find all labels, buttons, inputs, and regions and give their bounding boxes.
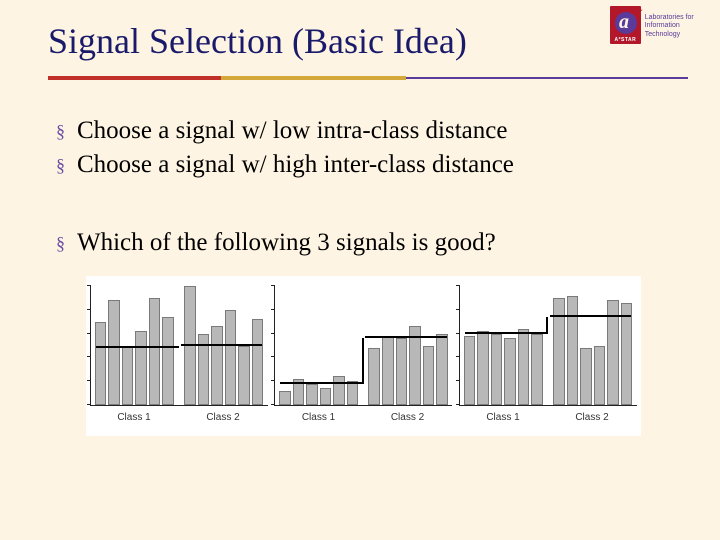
chart-bar xyxy=(423,346,435,406)
axis-label-class2: Class 2 xyxy=(179,412,268,423)
chart-panel: Class 1Class 2 xyxy=(459,286,637,432)
divider-rule xyxy=(48,76,688,80)
bullet-text: Choose a signal w/ high inter-class dist… xyxy=(77,150,514,180)
chart-bar xyxy=(238,346,250,406)
chart-panel: Class 1Class 2 xyxy=(274,286,452,432)
chart-bar xyxy=(436,334,448,405)
chart-bar xyxy=(477,331,489,405)
chart-bar xyxy=(149,298,161,405)
chart-mean-line xyxy=(465,332,546,334)
chart-mean-line xyxy=(181,344,262,346)
chart-bar xyxy=(162,317,174,405)
axis-label-class2: Class 2 xyxy=(363,412,452,423)
chart-bar xyxy=(396,338,408,405)
chart-bar xyxy=(95,322,107,405)
chart-bar xyxy=(567,296,579,405)
chart-bar xyxy=(108,300,120,405)
bullet-icon: § xyxy=(56,228,65,258)
axis-label-class1: Class 1 xyxy=(90,412,179,423)
chart-plot xyxy=(459,286,637,406)
bullet-text: Which of the following 3 signals is good… xyxy=(77,228,496,258)
bullet-item: § Choose a signal w/ high inter-class di… xyxy=(56,150,670,180)
chart-plot xyxy=(90,286,268,406)
star-icon: ★ xyxy=(631,4,644,21)
bullet-text: Choose a signal w/ low intra-class dista… xyxy=(77,116,507,146)
axis-label-class1: Class 1 xyxy=(274,412,363,423)
chart-bar xyxy=(135,331,147,405)
logo-letter: a xyxy=(619,11,629,34)
charts-panel: Class 1Class 2Class 1Class 2Class 1Class… xyxy=(86,276,641,436)
logo-text-line1: Laboratories for xyxy=(645,14,710,22)
chart-bar xyxy=(464,336,476,405)
chart-bar xyxy=(122,346,134,406)
logo-astar: A*STAR xyxy=(610,37,641,43)
chart-bar xyxy=(580,348,592,405)
chart-plot xyxy=(274,286,452,406)
chart-bar xyxy=(594,346,606,406)
bullet-icon: § xyxy=(56,150,65,180)
chart-bar xyxy=(211,326,223,405)
chart-bar xyxy=(368,348,380,405)
chart-panel: Class 1Class 2 xyxy=(90,286,268,432)
chart-bar xyxy=(347,381,359,405)
chart-bar xyxy=(621,303,633,405)
bullet-icon: § xyxy=(56,116,65,146)
chart-bar xyxy=(225,310,237,405)
logo-badge: a ★ A*STAR xyxy=(610,6,641,44)
chart-bar xyxy=(504,338,516,405)
chart-bar xyxy=(491,334,503,405)
org-logo: a ★ A*STAR Laboratories for Information … xyxy=(610,6,710,56)
chart-bar xyxy=(320,388,332,405)
axis-label-class2: Class 2 xyxy=(548,412,637,423)
chart-mean-line xyxy=(280,382,361,384)
chart-bar xyxy=(279,391,291,405)
chart-mean-join xyxy=(177,346,179,348)
chart-mean-join xyxy=(362,338,364,383)
bullet-item: § Which of the following 3 signals is go… xyxy=(56,228,670,258)
chart-mean-line xyxy=(96,346,177,348)
bullet-item: § Choose a signal w/ low intra-class dis… xyxy=(56,116,670,146)
chart-bar xyxy=(184,286,196,405)
chart-axis-labels: Class 1Class 2 xyxy=(459,412,637,423)
chart-axis-labels: Class 1Class 2 xyxy=(90,412,268,423)
axis-label-class1: Class 1 xyxy=(459,412,548,423)
chart-mean-join xyxy=(546,317,548,334)
chart-bar xyxy=(306,384,318,405)
chart-bar xyxy=(382,336,394,405)
chart-bar xyxy=(531,334,543,405)
chart-axis-labels: Class 1Class 2 xyxy=(274,412,452,423)
chart-bar xyxy=(518,329,530,405)
chart-mean-line xyxy=(550,315,631,317)
chart-bar xyxy=(252,319,264,405)
chart-mean-line xyxy=(365,336,446,338)
logo-text: Laboratories for Information Technology xyxy=(645,6,710,39)
logo-text-line2: Information Technology xyxy=(645,22,710,39)
